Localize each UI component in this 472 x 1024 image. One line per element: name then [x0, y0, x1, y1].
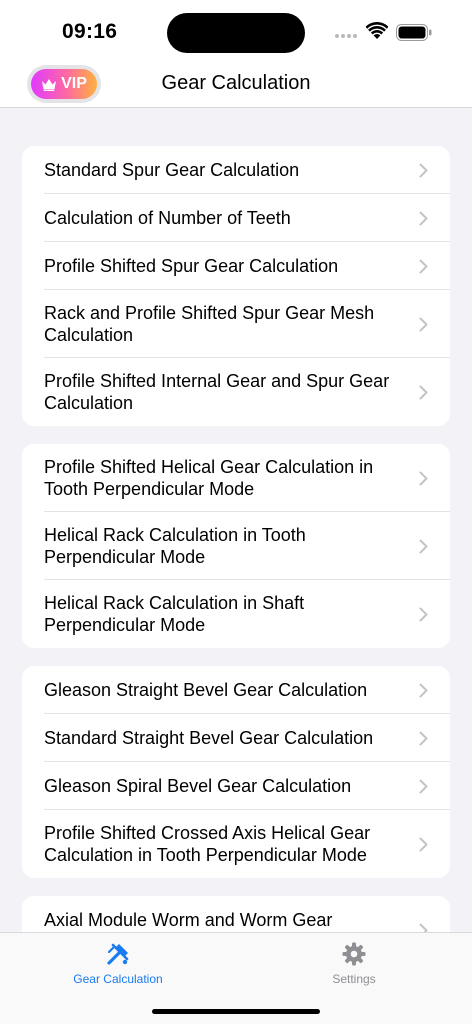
chevron-right-icon — [419, 539, 428, 554]
tab-label: Gear Calculation — [73, 972, 163, 986]
chevron-right-icon — [419, 607, 428, 622]
battery-icon — [396, 24, 432, 41]
navigation-bar: Gear Calculation VIP — [0, 60, 472, 108]
list-item[interactable]: Profile Shifted Internal Gear and Spur G… — [22, 358, 450, 426]
status-bar: 09:16 — [0, 0, 472, 60]
list-item[interactable]: Profile Shifted Spur Gear Calculation — [22, 242, 450, 290]
chevron-right-icon — [419, 259, 428, 274]
list-item[interactable]: Axial Module Worm and Worm Gear — [22, 896, 450, 932]
list-item[interactable]: Helical Rack Calculation in Tooth Perpen… — [22, 512, 450, 580]
chevron-right-icon — [419, 779, 428, 794]
tab-gear-calculation[interactable]: Gear Calculation — [38, 941, 198, 986]
home-indicator — [152, 1009, 320, 1014]
list-item-label: Standard Spur Gear Calculation — [44, 160, 300, 180]
list-item-label: Rack and Profile Shifted Spur Gear Mesh … — [44, 303, 375, 345]
list-item-label: Profile Shifted Helical Gear Calculation… — [44, 457, 374, 499]
list-section-bevel-gears: Gleason Straight Bevel Gear Calculation … — [22, 666, 450, 878]
list-item-label: Gleason Straight Bevel Gear Calculation — [44, 680, 368, 700]
dynamic-island — [167, 13, 305, 53]
list-item-label: Gleason Spiral Bevel Gear Calculation — [44, 776, 352, 796]
list-item-label: Profile Shifted Crossed Axis Helical Gea… — [44, 823, 371, 865]
list-item[interactable]: Calculation of Number of Teeth — [22, 194, 450, 242]
chevron-right-icon — [419, 471, 428, 486]
list-item[interactable]: Helical Rack Calculation in Shaft Perpen… — [22, 580, 450, 648]
list-item[interactable]: Profile Shifted Crossed Axis Helical Gea… — [22, 810, 450, 878]
list-section-worm-gears: Axial Module Worm and Worm Gear — [22, 896, 450, 932]
list-item[interactable]: Gleason Spiral Bevel Gear Calculation — [22, 762, 450, 810]
chevron-right-icon — [419, 163, 428, 178]
list-item-label: Standard Straight Bevel Gear Calculation — [44, 728, 374, 748]
gear-icon — [342, 942, 366, 966]
chevron-right-icon — [419, 837, 428, 852]
list-section-helical-gears: Profile Shifted Helical Gear Calculation… — [22, 444, 450, 648]
calculation-list[interactable]: Standard Spur Gear Calculation Calculati… — [0, 108, 472, 932]
cellular-signal-icon — [335, 34, 359, 39]
chevron-right-icon — [419, 731, 428, 746]
vip-badge: VIP — [31, 69, 97, 99]
wifi-icon — [366, 22, 388, 39]
tab-settings[interactable]: Settings — [274, 941, 434, 986]
list-item-label: Helical Rack Calculation in Tooth Perpen… — [44, 525, 306, 567]
list-item[interactable]: Rack and Profile Shifted Spur Gear Mesh … — [22, 290, 450, 358]
vip-button[interactable]: VIP — [27, 65, 101, 103]
tab-label: Settings — [332, 972, 376, 986]
list-item-label: Helical Rack Calculation in Shaft Perpen… — [44, 593, 305, 635]
list-item-label: Axial Module Worm and Worm Gear — [44, 910, 333, 930]
list-item[interactable]: Standard Straight Bevel Gear Calculation — [22, 714, 450, 762]
vip-label: VIP — [61, 75, 87, 92]
chevron-right-icon — [419, 317, 428, 332]
chevron-right-icon — [419, 385, 428, 400]
list-item-label: Calculation of Number of Teeth — [44, 208, 291, 228]
list-item-label: Profile Shifted Internal Gear and Spur G… — [44, 371, 390, 413]
chevron-right-icon — [419, 683, 428, 698]
status-time: 09:16 — [62, 20, 118, 43]
gear-calculation-icon — [107, 943, 129, 965]
chevron-right-icon — [419, 923, 428, 932]
list-item[interactable]: Gleason Straight Bevel Gear Calculation — [22, 666, 450, 714]
crown-icon — [42, 78, 57, 91]
list-section-spur-gears: Standard Spur Gear Calculation Calculati… — [22, 146, 450, 426]
list-item-label: Profile Shifted Spur Gear Calculation — [44, 256, 339, 276]
app-screen: 09:16 Gear Calculation VIP Standard Spur… — [0, 0, 472, 1024]
list-item[interactable]: Profile Shifted Helical Gear Calculation… — [22, 444, 450, 512]
chevron-right-icon — [419, 211, 428, 226]
list-item[interactable]: Standard Spur Gear Calculation — [22, 146, 450, 194]
